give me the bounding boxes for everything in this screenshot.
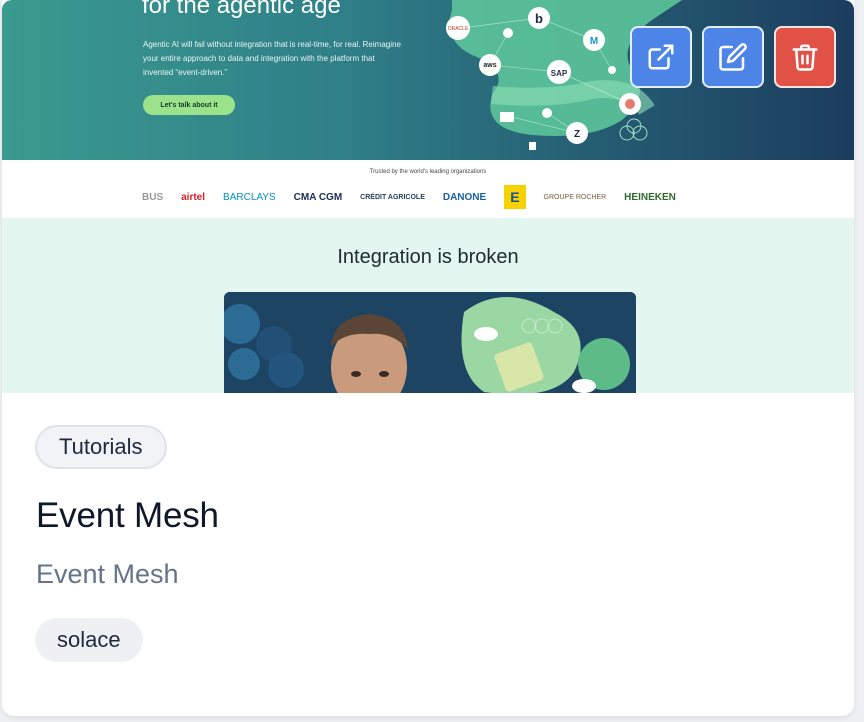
section-title: Integration is broken bbox=[337, 246, 519, 268]
network-label-b: b bbox=[535, 11, 543, 26]
hero-title: for the agentic age bbox=[142, 0, 341, 19]
hero-cta-button: Let's talk about it bbox=[143, 95, 235, 115]
logo-heineken: HEINEKEN bbox=[624, 191, 676, 203]
category-badge: Tutorials bbox=[35, 425, 167, 469]
logo-credit-agricole: CRÉDIT AGRICOLE bbox=[360, 193, 425, 201]
video-thumbnail bbox=[224, 292, 636, 393]
logo-danone: DANONE bbox=[442, 191, 487, 203]
integration-section: Integration is broken bbox=[2, 218, 854, 393]
card-title: Event Mesh bbox=[36, 496, 219, 535]
edit-button[interactable] bbox=[702, 26, 764, 88]
open-link-button[interactable] bbox=[630, 26, 692, 88]
trusted-logos-strip: Trusted by the world's leading organizat… bbox=[2, 160, 854, 218]
logo-groupe-rocher: GROUPE ROCHER bbox=[543, 193, 607, 201]
svg-text:aws: aws bbox=[483, 62, 496, 69]
card-actions bbox=[630, 26, 836, 88]
logo-bus: BUS bbox=[142, 191, 164, 203]
edit-icon bbox=[719, 43, 747, 71]
external-link-icon bbox=[648, 44, 674, 70]
hero-text: Agentic AI will fail without integration… bbox=[143, 40, 401, 77]
resource-card: for the agentic age Agentic AI will fail… bbox=[2, 0, 854, 716]
logo-row: BUS airtel BARCLAYS CMA CGM CRÉDIT AGRIC… bbox=[142, 182, 718, 212]
delete-button[interactable] bbox=[774, 26, 836, 88]
logo-cma-cgm: CMA CGM bbox=[293, 191, 343, 203]
video-art bbox=[224, 292, 636, 393]
logo-edeka: E bbox=[504, 185, 526, 209]
logo-barclays: BARCLAYS bbox=[223, 191, 276, 203]
svg-text:ORACLE: ORACLE bbox=[448, 26, 469, 32]
logo-airtel: airtel bbox=[181, 191, 206, 203]
trusted-label: Trusted by the world's leading organizat… bbox=[369, 169, 487, 175]
card-subtitle: Event Mesh bbox=[36, 559, 179, 589]
tag-chip[interactable]: solace bbox=[35, 618, 143, 662]
svg-text:M: M bbox=[590, 36, 598, 47]
trash-icon bbox=[792, 44, 818, 71]
svg-text:Z: Z bbox=[574, 129, 580, 140]
svg-text:SAP: SAP bbox=[551, 69, 568, 78]
